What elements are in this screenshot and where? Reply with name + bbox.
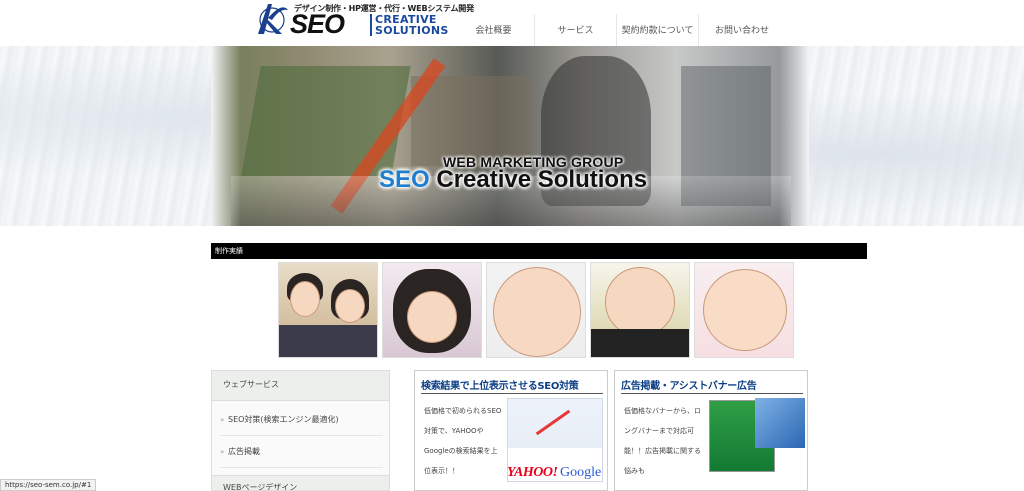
banner-ad-sample-map [755,398,805,448]
card-title: 広告掲載・アシストバナー広告 [621,381,757,392]
illustration-face [605,267,675,337]
sidebar-item-web-design[interactable]: WEBページデザイン [212,475,389,490]
card-ad-banner-service[interactable]: 広告掲載・アシストバナー広告 低価格なバナーから、ロングバナーまで対応可能！！広… [614,370,808,491]
work-thumbnail-cat-baby[interactable] [382,262,482,358]
sidebar-web-services: ウェブサービス SEO対策(検索エンジン最適化) 広告掲載 WEBページデザイン [211,370,390,491]
yahoo-logo: YAHOO! [507,465,558,480]
illustration-shirt [591,329,689,357]
hero-photo-park [241,66,411,176]
sidebar-item-ads[interactable]: 広告掲載 [220,436,383,468]
main-nav: 会社概要 サービス 契約約款について お問い合わせ [453,14,785,46]
card-description: 低価格で初められるSEO対策で、YAHOOやGoogleの検索結果を上位表示！！ [424,407,502,475]
browser-status-url: https://seo-sem.co.jp/#1 [0,479,97,491]
hero-title: SEO Creative Solutions [379,166,647,194]
work-thumbnail-baby-smile[interactable] [694,262,794,358]
works-gallery [278,262,794,358]
card-description: 低価格なバナーから、ロングバナーまで対応可能！！広告掲載に関する悩みも [624,407,701,475]
illustration-face [335,289,365,323]
works-heading-bar: 制作実績 [211,243,867,259]
hero-title-rest: Creative Solutions [429,166,648,193]
hero-title-accent: SEO [379,166,430,193]
card-title: 検索結果で上位表示させるSEO対策 [421,381,579,392]
hero-torn-edge-left [211,46,241,226]
card-divider [421,393,603,394]
logo-creative-solutions: CREATIVE SOLUTIONS [370,14,449,36]
sidebar-item-seo[interactable]: SEO対策(検索エンジン最適化) [220,404,383,436]
illustration-face [703,269,787,351]
illustration-face [290,281,320,317]
work-thumbnail-baby-closeup[interactable] [486,262,586,358]
nav-item-service[interactable]: サービス [535,14,617,46]
hero-banner: WEB MARKETING GROUP SEO Creative Solutio… [211,46,809,226]
hero-torn-edge-right [779,46,809,226]
illustration-face [493,267,581,357]
card-divider [621,393,803,394]
nav-item-contact[interactable]: お問い合わせ [699,14,785,46]
card-seo-service[interactable]: 検索結果で上位表示させるSEO対策 低価格で初められるSEO対策で、YAHOOや… [414,370,608,491]
logo-mark-icon [258,4,288,34]
google-logo: Google [560,465,602,480]
work-thumbnail-baby-sunglasses[interactable] [590,262,690,358]
nav-item-company[interactable]: 会社概要 [453,14,535,46]
logo-seo-text: SEO [290,9,345,39]
nav-item-terms[interactable]: 契約約款について [617,14,699,46]
illustration-clothes [279,325,377,357]
illustration-face [407,291,457,343]
site-header: デザイン制作・HP運営・代行・WEBシステム開発 SEO CREATIVE SO… [0,0,1024,46]
logo-cs-line2: SOLUTIONS [375,24,449,37]
work-thumbnail-couple[interactable] [278,262,378,358]
site-logo[interactable]: デザイン制作・HP運営・代行・WEBシステム開発 SEO CREATIVE SO… [252,0,474,40]
sidebar-heading: ウェブサービス [212,371,389,401]
